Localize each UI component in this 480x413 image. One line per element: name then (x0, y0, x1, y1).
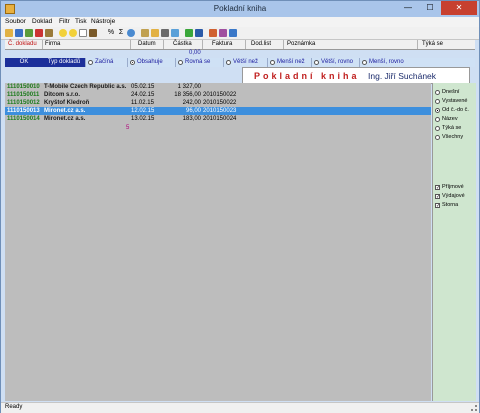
filter-option-vetsi-rovno[interactable]: Větší, rovno (311, 58, 359, 67)
col-firma[interactable]: Firma (45, 41, 60, 47)
table-row[interactable]: 1110150014 Mironet.cz a.s. 13.02.15 183,… (5, 115, 431, 123)
banner-owner: Ing. Jiří Suchánek (368, 71, 437, 81)
filter-option-obsahuje[interactable]: Obsahuje (127, 58, 175, 67)
notes-icon[interactable] (151, 29, 159, 37)
banner-title: Pokladní kniha (254, 71, 360, 81)
sum-row: 0,00 (5, 50, 475, 57)
filter-option-mensi-nez[interactable]: Menší než (267, 58, 311, 67)
upload-icon[interactable] (185, 29, 193, 37)
banner: Pokladní kniha Ing. Jiří Suchánek (242, 67, 470, 84)
floppy-icon[interactable] (15, 29, 23, 37)
right-filter-panel: Dnešní Vystavené Od č.-do č. Název Týká … (432, 83, 476, 401)
menu-bar: Soubor Doklad Filtr Tisk Nástroje (1, 17, 479, 27)
app-window: Pokladní kniha — ☐ ✕ Soubor Doklad Filtr… (0, 0, 480, 413)
refresh-icon[interactable] (127, 29, 135, 37)
doc-type-button[interactable]: Typ dokladů (43, 58, 85, 67)
copy-icon[interactable] (141, 29, 149, 37)
filter-icon[interactable] (89, 29, 97, 37)
help-icon[interactable] (229, 29, 237, 37)
col-faktura[interactable]: Faktura (212, 41, 232, 47)
filter-option-mensi-rovno[interactable]: Menší, rovno (359, 58, 409, 67)
folder-icon[interactable] (5, 29, 13, 37)
doc-icon[interactable] (79, 29, 87, 37)
col-tyka-se[interactable]: Týká se (422, 41, 443, 47)
menu-doklad[interactable]: Doklad (32, 18, 52, 25)
edit-icon[interactable] (45, 29, 53, 37)
preview-icon[interactable] (171, 29, 179, 37)
status-bar: Ready (1, 402, 479, 413)
ok-button[interactable]: OK (5, 58, 43, 67)
data-grid[interactable]: 1110150010 T-Mobile Czech Republic a.s. … (5, 83, 431, 401)
sigma-icon[interactable]: Σ (117, 29, 125, 37)
table-row[interactable]: 1110150011 Ditcom s.r.o. 24.02.15 18 356… (5, 91, 431, 99)
title-bar: Pokladní kniha — ☐ ✕ (1, 1, 479, 17)
col-poznamka[interactable]: Poznámka (287, 41, 315, 47)
filter-bar: OK Typ dokladů Začíná Obsahuje Rovná se … (5, 58, 475, 67)
print-icon[interactable] (161, 29, 169, 37)
smiley-icon[interactable] (59, 29, 67, 37)
menu-soubor[interactable]: Soubor (5, 18, 26, 25)
table-row-selected[interactable]: 1110150013 Mironet.cz a.s. 12.02.15 96,0… (5, 107, 431, 115)
row-count: 5 (126, 125, 130, 131)
grid-icon[interactable] (25, 29, 33, 37)
filter-option-rovna-se[interactable]: Rovná se (175, 58, 223, 67)
col-dodlist[interactable]: Dod.list (251, 41, 271, 47)
col-datum[interactable]: Datum (138, 41, 156, 47)
close-button[interactable]: ✕ (441, 1, 477, 15)
col-doklad[interactable]: Č. dokladu (8, 41, 37, 47)
minimize-button[interactable]: — (397, 1, 419, 15)
swap-icon[interactable] (219, 29, 227, 37)
table-row[interactable]: 1110150010 T-Mobile Czech Republic a.s. … (5, 83, 431, 91)
col-castka[interactable]: Částka (173, 41, 192, 47)
filter-option-vetsi-nez[interactable]: Větší než (223, 58, 267, 67)
menu-tisk[interactable]: Tisk (75, 18, 87, 25)
menu-nastroje[interactable]: Nástroje (91, 18, 115, 25)
sum-value: 0,00 (189, 50, 201, 56)
tools-icon[interactable] (209, 29, 217, 37)
status-text: Ready (5, 404, 23, 410)
table-header: Č. dokladu Firma Datum Částka Faktura Do… (5, 40, 475, 50)
menu-filtr[interactable]: Filtr (59, 18, 70, 25)
calendar-icon[interactable] (35, 29, 43, 37)
resize-grip-icon[interactable] (471, 405, 477, 411)
toolbar: % Σ (1, 27, 479, 40)
maximize-button[interactable]: ☐ (419, 1, 441, 15)
percent-icon[interactable]: % (107, 29, 115, 37)
table-row[interactable]: 1110150012 Kryštof Kledroň 11.02.15 242,… (5, 99, 431, 107)
face-icon[interactable] (69, 29, 77, 37)
save-icon[interactable] (195, 29, 203, 37)
filter-option-zacina[interactable]: Začíná (85, 58, 127, 67)
